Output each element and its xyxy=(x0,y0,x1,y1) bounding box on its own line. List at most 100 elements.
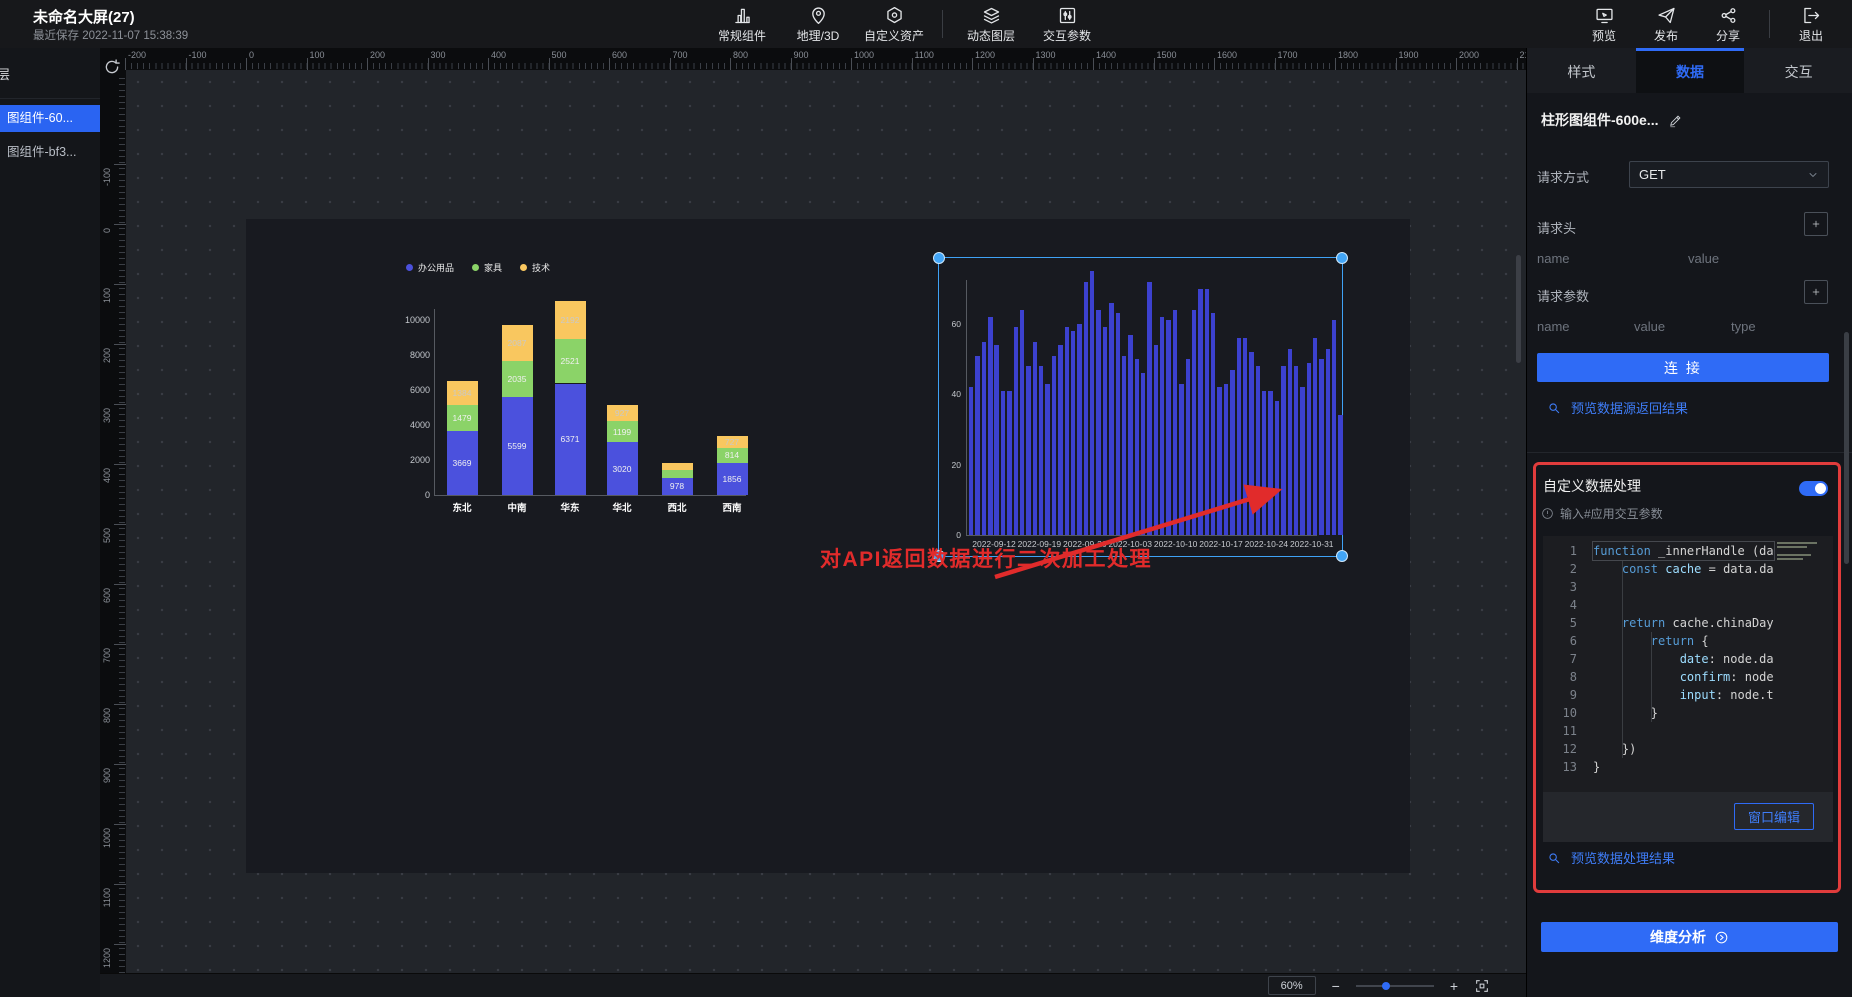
code-editor[interactable]: 1function _innerHandle (da2 const cache … xyxy=(1543,536,1833,792)
layers-sidebar: 图层 图组件-60... 图组件-bf3... xyxy=(0,48,101,997)
code-line: date: node.da xyxy=(1593,650,1774,668)
bar xyxy=(994,345,998,535)
toolbar-item-custom-assets[interactable]: 自定义资产 xyxy=(856,5,932,44)
zoom-level-box[interactable]: 60% xyxy=(1268,976,1316,995)
connect-button[interactable]: 连 接 xyxy=(1537,353,1829,382)
request-params-label: 请求参数 xyxy=(1537,286,1589,305)
zoom-slider-thumb[interactable] xyxy=(1382,982,1390,990)
tab-data[interactable]: 数据 xyxy=(1636,48,1745,93)
dimension-analysis-button[interactable]: 维度分析 xyxy=(1541,922,1838,952)
bar xyxy=(1014,327,1018,535)
request-method-select[interactable]: GET xyxy=(1629,161,1829,188)
selection-handle[interactable] xyxy=(1336,252,1348,264)
publish-button[interactable]: 发布 xyxy=(1635,5,1697,44)
ruler-tick xyxy=(609,58,610,70)
tab-interaction[interactable]: 交互 xyxy=(1744,48,1852,93)
layers-header: 图层 xyxy=(0,48,100,99)
code-line-number: 3 xyxy=(1543,578,1577,596)
toolbar-item-dynamic-layers[interactable]: 动态图层 xyxy=(953,5,1029,44)
settings-panel: 样式 数据 交互 柱形图组件-600e... 请求方式 GET 请求头 name… xyxy=(1526,48,1852,997)
x-axis-category-label: 华北 xyxy=(594,500,650,514)
ruler-tick-label: 700 xyxy=(102,648,112,663)
legend-swatch xyxy=(472,264,479,271)
add-header-button[interactable] xyxy=(1804,212,1828,236)
ruler-tick xyxy=(972,58,973,70)
layer-item[interactable]: 图组件-bf3... xyxy=(0,139,100,166)
bar xyxy=(1300,387,1304,535)
canvas-workspace[interactable]: 办公用品家具技术02000400060008000100003669147913… xyxy=(126,70,1526,997)
code-line: }) xyxy=(1593,740,1636,758)
share-button[interactable]: 分享 xyxy=(1697,5,1759,44)
param-col-type: type xyxy=(1731,319,1756,334)
code-token: const xyxy=(1622,562,1658,576)
custom-data-processing-label: 自定义数据处理 xyxy=(1543,476,1641,496)
y-axis-line xyxy=(966,280,967,535)
exit-button[interactable]: 退出 xyxy=(1780,5,1842,44)
code-line: confirm: node xyxy=(1593,668,1774,686)
datav-editor: 未命名大屏(27) 最近保存 2022-11-07 15:38:39 常规组件 … xyxy=(0,0,1852,997)
bar xyxy=(1326,349,1330,535)
code-token: input xyxy=(1680,688,1716,702)
toolbar-item-geo-3d[interactable]: 地理/3D xyxy=(780,5,856,44)
chart-bar-icon xyxy=(732,5,753,26)
ruler-tick-label: -200 xyxy=(128,50,146,60)
ruler-horizontal: -200-10001002003004005006007008009001000… xyxy=(100,48,1526,70)
toolbar-item-label: 常规组件 xyxy=(718,27,766,44)
plus-icon xyxy=(1811,218,1821,230)
ruler-tick xyxy=(549,58,550,70)
code-token: : node.t xyxy=(1716,688,1774,702)
stacked-bar-chart-widget[interactable]: 办公用品家具技术02000400060008000100003669147913… xyxy=(396,259,756,531)
bar xyxy=(1045,384,1049,535)
zoom-out-button[interactable]: − xyxy=(1332,979,1340,993)
layers-icon xyxy=(981,5,1002,26)
bar xyxy=(1154,345,1158,535)
bar xyxy=(1307,363,1311,535)
param-col-value: value xyxy=(1634,319,1665,334)
toolbar-item-common-components[interactable]: 常规组件 xyxy=(704,5,780,44)
ruler-tick-label: 600 xyxy=(102,588,112,603)
bar xyxy=(1243,338,1247,535)
bar xyxy=(1338,415,1342,535)
window-edit-button[interactable]: 窗口编辑 xyxy=(1734,803,1814,830)
ruler-tick xyxy=(114,464,126,465)
ruler-tick-label: 1100 xyxy=(915,50,934,60)
ruler-tick-label: 200 xyxy=(102,348,112,363)
ruler-tick xyxy=(114,884,126,885)
canvas-scrollbar[interactable] xyxy=(1516,255,1521,363)
fit-screen-icon[interactable] xyxy=(1474,978,1490,994)
code-line-number: 9 xyxy=(1543,686,1577,704)
code-line: const cache = data.da xyxy=(1593,560,1774,578)
bar xyxy=(1096,310,1100,535)
panel-scrollbar[interactable] xyxy=(1844,332,1849,564)
code-token xyxy=(1593,688,1680,702)
component-name-row: 柱形图组件-600e... xyxy=(1541,110,1683,130)
reset-view-icon[interactable] xyxy=(103,58,121,76)
code-line-number: 5 xyxy=(1543,614,1577,632)
daily-bar-chart-widget-selected[interactable]: 02040602022-09-122022-09-192022-09-26202… xyxy=(938,257,1343,557)
ruler-tick xyxy=(114,164,126,165)
toolbar-item-interactive-params[interactable]: 交互参数 xyxy=(1029,5,1105,44)
preview-result-link[interactable]: 预览数据处理结果 xyxy=(1547,848,1675,867)
y-axis-tick-label: 6000 xyxy=(396,385,430,395)
custom-data-processing-toggle[interactable] xyxy=(1799,481,1828,496)
bar xyxy=(1122,356,1126,535)
bar-segment: 1479 xyxy=(447,405,478,431)
selection-handle[interactable] xyxy=(933,252,945,264)
ruler-tick-label: 700 xyxy=(673,50,688,60)
code-line-number: 11 xyxy=(1543,722,1577,740)
tab-style[interactable]: 样式 xyxy=(1527,48,1636,93)
preview-button[interactable]: 预览 xyxy=(1573,5,1635,44)
zoom-slider[interactable] xyxy=(1356,985,1434,987)
layer-item-selected[interactable]: 图组件-60... xyxy=(0,105,100,132)
code-line: return cache.chinaDay xyxy=(1593,614,1774,632)
ruler-tick-label: -100 xyxy=(189,50,207,60)
ruler-tick-label: 1100 xyxy=(102,888,112,907)
component-name: 柱形图组件-600e... xyxy=(1541,110,1658,130)
edit-pencil-icon[interactable] xyxy=(1668,113,1683,128)
bar-segment: 978 xyxy=(662,478,693,495)
zoom-in-button[interactable]: + xyxy=(1450,979,1458,993)
selection-handle[interactable] xyxy=(1336,550,1348,562)
preview-source-link[interactable]: 预览数据源返回结果 xyxy=(1547,398,1688,417)
add-param-button[interactable] xyxy=(1804,280,1828,304)
request-headers-label: 请求头 xyxy=(1537,218,1576,237)
